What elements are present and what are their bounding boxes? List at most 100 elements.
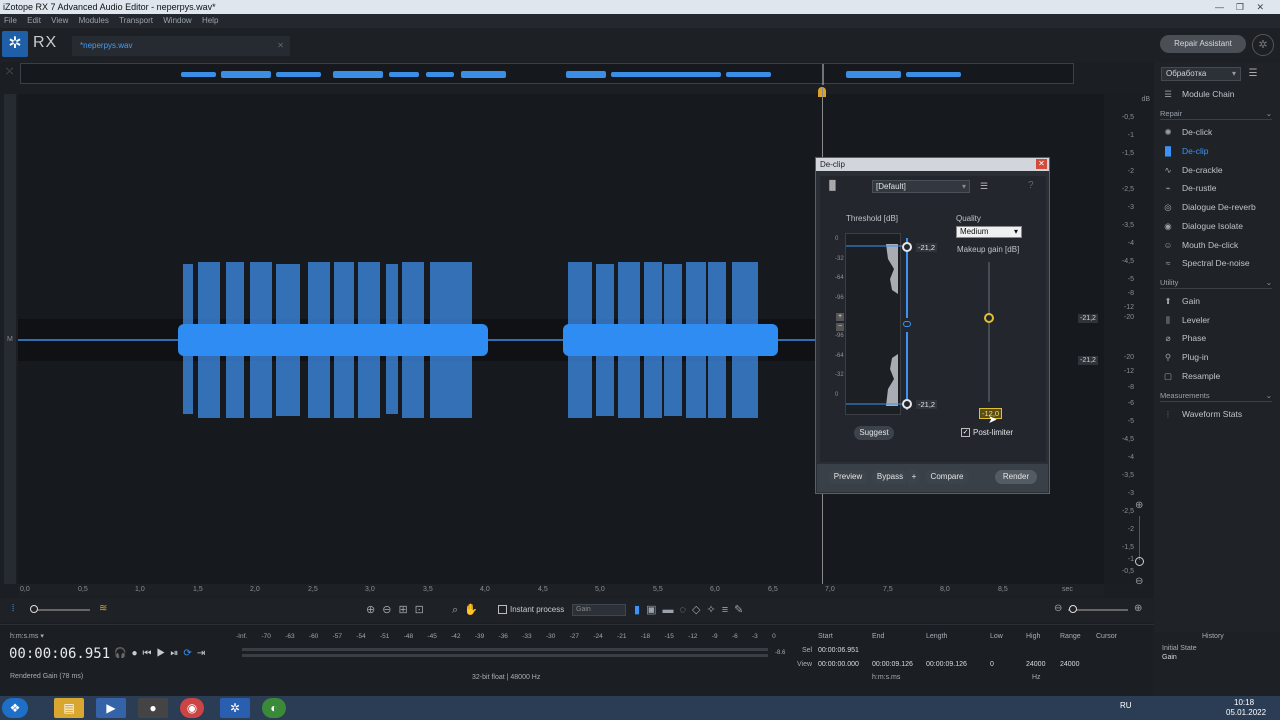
module-de-crackle[interactable]: ∿ De-crackle <box>1162 163 1222 177</box>
app-taskbar-icon[interactable]: ◐ <box>262 698 286 718</box>
time-format-select[interactable]: h:m:s.ms ▾ <box>10 632 44 640</box>
module-dialogue-de-reverb[interactable]: ◎ Dialogue De-reverb <box>1162 200 1255 214</box>
zoom-in-horizontal-icon[interactable]: ⊕ <box>1134 603 1142 614</box>
view-range-value[interactable]: 24000 <box>1060 661 1079 668</box>
start-button-icon[interactable]: ❖ <box>2 698 28 718</box>
section-repair[interactable]: Repair ⌄ <box>1160 108 1272 120</box>
spectrogram-toggle-icon[interactable]: ≋ <box>99 603 107 614</box>
close-window-button[interactable]: ✕ <box>1256 0 1264 14</box>
language-indicator[interactable]: RU <box>1120 701 1132 710</box>
quality-select[interactable]: Medium ▾ <box>956 226 1022 238</box>
return-icon[interactable]: ⇥ <box>197 648 210 659</box>
view-end-value[interactable]: 00:00:09.126 <box>872 661 913 668</box>
minimize-button[interactable]: — <box>1215 0 1224 14</box>
magnify-icon[interactable]: ⌕ <box>452 604 464 616</box>
section-utility[interactable]: Utility ⌄ <box>1160 277 1272 289</box>
instant-process-checkbox[interactable] <box>498 605 507 615</box>
module-spectral-de-noise[interactable]: ≈ Spectral De-noise <box>1162 256 1250 270</box>
history-item[interactable]: Initial State <box>1162 645 1197 652</box>
zoom-fit-icon[interactable]: ⊡ <box>415 604 431 616</box>
render-button[interactable]: Render <box>995 470 1037 484</box>
play-selection-icon[interactable]: ⏯ <box>170 648 183 659</box>
harmonic-selection-icon[interactable]: ≡ <box>722 604 734 616</box>
view-length-value[interactable]: 00:00:09.126 <box>926 661 967 668</box>
compare-button[interactable]: Compare <box>925 470 969 484</box>
module-mouth-de-click[interactable]: ☺ Mouth De-click <box>1162 238 1239 252</box>
spectrogram-opacity-slider[interactable] <box>30 605 38 613</box>
post-limiter-toggle[interactable]: ✓ Post-limiter <box>961 428 1013 438</box>
close-dialog-icon[interactable]: ✕ <box>1036 159 1047 169</box>
module-de-click[interactable]: ✺ De-click <box>1162 125 1212 139</box>
menu-window[interactable]: Window <box>163 14 191 28</box>
suggest-button[interactable]: Suggest <box>854 426 894 440</box>
maximize-button[interactable]: ❐ <box>1236 0 1244 14</box>
hand-icon[interactable]: ✋ <box>464 604 484 616</box>
help-icon[interactable]: ? <box>1028 180 1034 191</box>
instant-process-toggle[interactable]: Instant process <box>498 605 564 615</box>
module-de-rustle[interactable]: ⌁ De-rustle <box>1162 181 1216 195</box>
panel-menu-icon[interactable]: ☰ <box>1245 67 1261 81</box>
threshold-top-handle[interactable] <box>902 242 912 252</box>
media-player-taskbar-icon[interactable]: ▶ <box>96 698 126 718</box>
time-selection-icon[interactable]: ▮ <box>634 604 646 616</box>
module-phase[interactable]: ⌀ Phase <box>1162 331 1206 345</box>
module-gain[interactable]: ⬆ Gain <box>1162 294 1200 308</box>
view-low-value[interactable]: 0 <box>990 661 994 668</box>
izotope-taskbar-icon[interactable]: ✲ <box>220 698 250 718</box>
post-limiter-checkbox[interactable]: ✓ <box>961 428 970 438</box>
history-item[interactable]: Gain <box>1162 654 1177 661</box>
loop-icon[interactable]: ⟳ <box>183 648 196 659</box>
chrome-taskbar-icon[interactable]: ◉ <box>180 698 204 718</box>
module-waveform-stats[interactable]: ⦙ Waveform Stats <box>1162 407 1242 421</box>
preset-select[interactable]: [Default] ▾ <box>872 180 970 193</box>
meter-zoom-in-icon[interactable]: + <box>836 313 844 321</box>
module-filter-select[interactable]: Обработка ▾ <box>1161 67 1241 81</box>
preview-button[interactable]: Preview <box>828 470 868 484</box>
horizontal-zoom-slider[interactable] <box>1069 605 1077 613</box>
collapse-overview-icon[interactable]: ⤫ <box>6 66 13 77</box>
monitor-icon[interactable]: 🎧 <box>114 648 131 659</box>
record-icon[interactable]: ● <box>131 648 142 659</box>
menu-file[interactable]: File <box>4 14 17 28</box>
lasso-icon[interactable]: ◌ <box>679 604 692 616</box>
explorer-taskbar-icon[interactable]: ▤ <box>54 698 84 718</box>
menu-help[interactable]: Help <box>202 14 218 28</box>
time-freq-selection-icon[interactable]: ▣ <box>646 604 662 616</box>
preset-menu-icon[interactable]: ☰ <box>977 180 991 193</box>
zoom-out-vertical-icon[interactable]: ⊖ <box>1135 576 1143 587</box>
threshold-bottom-handle[interactable] <box>902 399 912 409</box>
vertical-zoom-slider[interactable] <box>1135 557 1144 566</box>
module-leveler[interactable]: ⫼ Leveler <box>1162 313 1210 327</box>
view-start-value[interactable]: 00:00:00.000 <box>818 661 859 668</box>
magic-wand-icon[interactable]: ✧ <box>706 604 721 616</box>
recorder-taskbar-icon[interactable]: ● <box>138 698 168 718</box>
zoom-in-vertical-icon[interactable]: ⊕ <box>1135 500 1143 511</box>
waveform-toggle-icon[interactable]: ⦙ <box>12 603 14 614</box>
menu-edit[interactable]: Edit <box>27 14 41 28</box>
instant-process-mode-select[interactable]: Gain <box>572 604 626 616</box>
meter-zoom-out-icon[interactable]: − <box>836 323 844 331</box>
zoom-out-icon[interactable]: ⊖ <box>382 604 398 616</box>
zoom-in-icon[interactable]: ⊕ <box>366 604 382 616</box>
zoom-selection-icon[interactable]: ⊞ <box>398 604 414 616</box>
makeup-gain-handle[interactable] <box>984 313 994 323</box>
close-tab-icon[interactable]: ✕ <box>277 36 284 56</box>
module-resample[interactable]: ▢ Resample <box>1162 369 1220 383</box>
repair-assistant-button[interactable]: Repair Assistant <box>1160 35 1246 53</box>
menu-modules[interactable]: Modules <box>79 14 109 28</box>
threshold-bottom-value[interactable]: -21,2 <box>916 400 938 409</box>
view-high-value[interactable]: 24000 <box>1026 661 1045 668</box>
module-plug-in[interactable]: ⚲ Plug-in <box>1162 350 1209 364</box>
file-tab[interactable]: *neperpys.wav ✕ <box>72 36 290 56</box>
sel-start-value[interactable]: 00:00:06.951 <box>818 647 859 654</box>
bypass-button[interactable]: Bypass <box>872 470 908 484</box>
section-measurements[interactable]: Measurements ⌄ <box>1160 390 1272 402</box>
module-chain-item[interactable]: ☰ Module Chain <box>1162 87 1234 101</box>
zoom-out-horizontal-icon[interactable]: ⊖ <box>1054 603 1062 614</box>
waveform-overview[interactable] <box>20 63 1074 85</box>
freq-selection-icon[interactable]: ▬ <box>662 604 679 616</box>
play-icon[interactable]: ▶ <box>157 648 171 659</box>
pencil-icon[interactable]: ✎ <box>734 604 749 616</box>
menu-transport[interactable]: Transport <box>119 14 153 28</box>
brush-icon[interactable]: ◇ <box>692 604 706 616</box>
